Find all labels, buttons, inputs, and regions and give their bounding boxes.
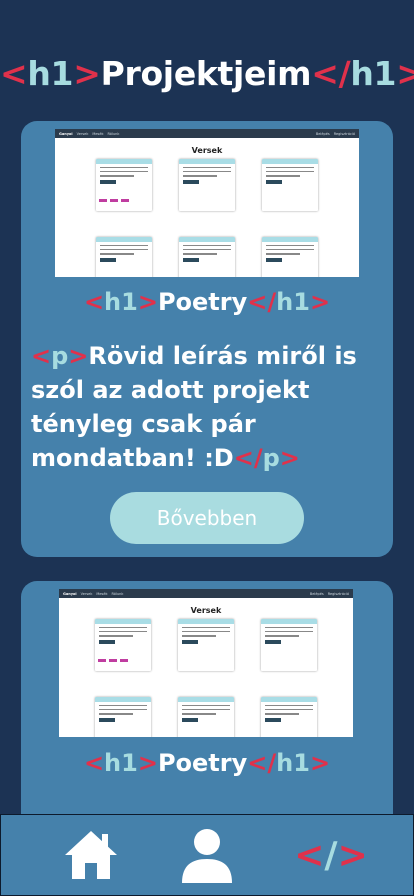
project-title: <h1>Poetry</h1> bbox=[83, 288, 331, 316]
project-preview-image[interactable]: Ganyol Versek Mesék Rólunk Belépés Regis… bbox=[59, 589, 353, 737]
code-nav-button[interactable]: </> bbox=[293, 825, 369, 885]
user-icon bbox=[182, 829, 232, 883]
page-title: <h1>Projektjeim</h1> bbox=[0, 54, 414, 93]
preview-card bbox=[262, 237, 318, 277]
preview-card bbox=[261, 619, 317, 671]
preview-card bbox=[96, 159, 152, 211]
home-icon bbox=[65, 831, 117, 879]
code-icon: </> bbox=[294, 834, 368, 876]
preview-card bbox=[95, 619, 151, 671]
preview-card bbox=[95, 697, 151, 737]
preview-card bbox=[179, 237, 235, 277]
home-nav-button[interactable] bbox=[61, 825, 121, 885]
preview-navbar: Ganyol Versek Mesék Rólunk Belépés Regis… bbox=[55, 129, 359, 138]
preview-card bbox=[261, 697, 317, 737]
preview-title: Versek bbox=[190, 606, 222, 615]
more-button[interactable]: Bővebben bbox=[110, 492, 304, 544]
project-description: <p>Rövid leírás miről is szól az adott p… bbox=[31, 342, 357, 472]
preview-card bbox=[262, 159, 318, 211]
project-card: Ganyol Versek Mesék Rólunk Belépés Regis… bbox=[21, 581, 393, 841]
preview-title: Versek bbox=[191, 146, 223, 155]
preview-card bbox=[179, 159, 235, 211]
project-preview-image[interactable]: Ganyol Versek Mesék Rólunk Belépés Regis… bbox=[55, 129, 359, 277]
preview-card bbox=[96, 237, 152, 277]
preview-card bbox=[178, 697, 234, 737]
preview-card bbox=[178, 619, 234, 671]
profile-nav-button[interactable] bbox=[177, 825, 237, 885]
bottom-navbar: </> bbox=[0, 814, 414, 896]
project-card: Ganyol Versek Mesék Rólunk Belépés Regis… bbox=[21, 121, 393, 557]
preview-card-grid bbox=[55, 159, 359, 277]
preview-card-grid bbox=[59, 619, 353, 737]
project-title: <h1>Poetry</h1> bbox=[83, 749, 331, 777]
preview-navbar: Ganyol Versek Mesék Rólunk Belépés Regis… bbox=[59, 589, 353, 598]
